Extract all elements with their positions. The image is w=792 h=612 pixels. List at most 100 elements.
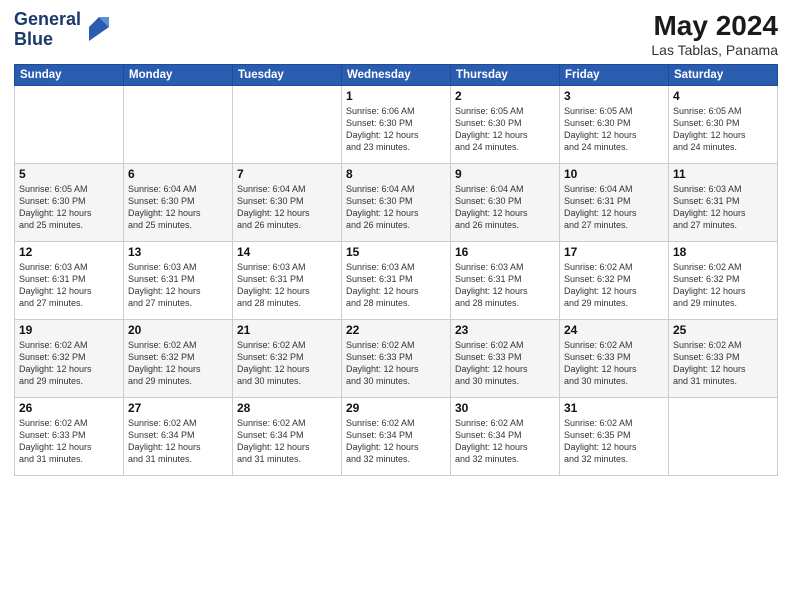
cell-info-text: Sunrise: 6:02 AM Sunset: 6:33 PM Dayligh…	[346, 339, 446, 388]
cell-day-number: 27	[128, 401, 228, 415]
calendar-cell: 13Sunrise: 6:03 AM Sunset: 6:31 PM Dayli…	[124, 242, 233, 320]
cell-day-number: 24	[564, 323, 664, 337]
cell-day-number: 30	[455, 401, 555, 415]
cell-day-number: 8	[346, 167, 446, 181]
calendar-cell	[233, 86, 342, 164]
cell-day-number: 17	[564, 245, 664, 259]
calendar-table: SundayMondayTuesdayWednesdayThursdayFrid…	[14, 64, 778, 476]
calendar-cell: 25Sunrise: 6:02 AM Sunset: 6:33 PM Dayli…	[669, 320, 778, 398]
cell-day-number: 11	[673, 167, 773, 181]
cell-day-number: 16	[455, 245, 555, 259]
calendar-cell: 15Sunrise: 6:03 AM Sunset: 6:31 PM Dayli…	[342, 242, 451, 320]
weekday-header-saturday: Saturday	[669, 65, 778, 86]
week-row-3: 12 Sunrise: 6:03 AM Sunset: 6:31 PM Dayli…	[15, 242, 778, 320]
cell-day-number: 14	[237, 245, 337, 259]
cell-day-number: 31	[564, 401, 664, 415]
calendar-cell: 4 Sunrise: 6:05 AM Sunset: 6:30 PM Daylig…	[669, 86, 778, 164]
cell-info-text: Sunrise: 6:03 AM Sunset: 6:31 PM Dayligh…	[237, 261, 337, 310]
calendar-cell: 19 Sunrise: 6:02 AM Sunset: 6:32 PM Dayli…	[15, 320, 124, 398]
cell-info-text: Sunrise: 6:05 AM Sunset: 6:30 PM Dayligh…	[19, 183, 119, 232]
cell-day-number: 18	[673, 245, 773, 259]
cell-info-text: Sunrise: 6:02 AM Sunset: 6:32 PM Dayligh…	[673, 261, 773, 310]
cell-info-text: Sunrise: 6:02 AM Sunset: 6:32 PM Dayligh…	[237, 339, 337, 388]
weekday-header-wednesday: Wednesday	[342, 65, 451, 86]
cell-info-text: Sunrise: 6:04 AM Sunset: 6:30 PM Dayligh…	[346, 183, 446, 232]
cell-info-text: Sunrise: 6:02 AM Sunset: 6:32 PM Dayligh…	[128, 339, 228, 388]
cell-day-number: 10	[564, 167, 664, 181]
calendar-cell: 20 Sunrise: 6:02 AM Sunset: 6:32 PM Dayli…	[124, 320, 233, 398]
cell-day-number: 2	[455, 89, 555, 103]
cell-info-text: Sunrise: 6:02 AM Sunset: 6:32 PM Dayligh…	[19, 339, 119, 388]
calendar-cell: 16Sunrise: 6:03 AM Sunset: 6:31 PM Dayli…	[451, 242, 560, 320]
cell-info-text: Sunrise: 6:04 AM Sunset: 6:31 PM Dayligh…	[564, 183, 664, 232]
cell-info-text: Sunrise: 6:03 AM Sunset: 6:31 PM Dayligh…	[673, 183, 773, 232]
calendar-cell: 12 Sunrise: 6:03 AM Sunset: 6:31 PM Dayli…	[15, 242, 124, 320]
calendar-cell: 8 Sunrise: 6:04 AM Sunset: 6:30 PM Daylig…	[342, 164, 451, 242]
cell-info-text: Sunrise: 6:05 AM Sunset: 6:30 PM Dayligh…	[564, 105, 664, 154]
cell-day-number: 29	[346, 401, 446, 415]
weekday-header-thursday: Thursday	[451, 65, 560, 86]
cell-day-number: 9	[455, 167, 555, 181]
calendar-cell: 22 Sunrise: 6:02 AM Sunset: 6:33 PM Dayli…	[342, 320, 451, 398]
cell-day-number: 25	[673, 323, 773, 337]
cell-info-text: Sunrise: 6:03 AM Sunset: 6:31 PM Dayligh…	[128, 261, 228, 310]
week-row-4: 19 Sunrise: 6:02 AM Sunset: 6:32 PM Dayli…	[15, 320, 778, 398]
cell-day-number: 6	[128, 167, 228, 181]
cell-info-text: Sunrise: 6:05 AM Sunset: 6:30 PM Dayligh…	[673, 105, 773, 154]
logo-icon	[85, 13, 113, 43]
calendar-cell	[669, 398, 778, 476]
cell-info-text: Sunrise: 6:02 AM Sunset: 6:34 PM Dayligh…	[128, 417, 228, 466]
logo: GeneralBlue	[14, 10, 113, 50]
cell-day-number: 7	[237, 167, 337, 181]
header: GeneralBlue May 2024 Las Tablas, Panama	[14, 10, 778, 58]
cell-day-number: 23	[455, 323, 555, 337]
calendar-cell: 9 Sunrise: 6:04 AM Sunset: 6:30 PM Daylig…	[451, 164, 560, 242]
cell-info-text: Sunrise: 6:02 AM Sunset: 6:32 PM Dayligh…	[564, 261, 664, 310]
cell-day-number: 28	[237, 401, 337, 415]
week-row-5: 26Sunrise: 6:02 AM Sunset: 6:33 PM Dayli…	[15, 398, 778, 476]
cell-info-text: Sunrise: 6:04 AM Sunset: 6:30 PM Dayligh…	[237, 183, 337, 232]
main-title: May 2024	[651, 10, 778, 42]
weekday-header-friday: Friday	[560, 65, 669, 86]
cell-info-text: Sunrise: 6:04 AM Sunset: 6:30 PM Dayligh…	[128, 183, 228, 232]
calendar-cell: 10 Sunrise: 6:04 AM Sunset: 6:31 PM Dayli…	[560, 164, 669, 242]
cell-day-number: 15	[346, 245, 446, 259]
calendar-cell: 30Sunrise: 6:02 AM Sunset: 6:34 PM Dayli…	[451, 398, 560, 476]
cell-info-text: Sunrise: 6:02 AM Sunset: 6:34 PM Dayligh…	[346, 417, 446, 466]
calendar-cell: 23 Sunrise: 6:02 AM Sunset: 6:33 PM Dayli…	[451, 320, 560, 398]
calendar-cell: 26Sunrise: 6:02 AM Sunset: 6:33 PM Dayli…	[15, 398, 124, 476]
cell-day-number: 20	[128, 323, 228, 337]
cell-info-text: Sunrise: 6:03 AM Sunset: 6:31 PM Dayligh…	[19, 261, 119, 310]
cell-info-text: Sunrise: 6:04 AM Sunset: 6:30 PM Dayligh…	[455, 183, 555, 232]
weekday-header-row: SundayMondayTuesdayWednesdayThursdayFrid…	[15, 65, 778, 86]
cell-day-number: 19	[19, 323, 119, 337]
week-row-1: 1Sunrise: 6:06 AM Sunset: 6:30 PM Daylig…	[15, 86, 778, 164]
calendar-cell	[124, 86, 233, 164]
weekday-header-tuesday: Tuesday	[233, 65, 342, 86]
cell-info-text: Sunrise: 6:05 AM Sunset: 6:30 PM Dayligh…	[455, 105, 555, 154]
logo-text: GeneralBlue	[14, 10, 113, 50]
calendar-cell: 21 Sunrise: 6:02 AM Sunset: 6:32 PM Dayli…	[233, 320, 342, 398]
cell-info-text: Sunrise: 6:02 AM Sunset: 6:33 PM Dayligh…	[455, 339, 555, 388]
cell-info-text: Sunrise: 6:02 AM Sunset: 6:33 PM Dayligh…	[19, 417, 119, 466]
calendar-cell: 11 Sunrise: 6:03 AM Sunset: 6:31 PM Dayli…	[669, 164, 778, 242]
cell-day-number: 22	[346, 323, 446, 337]
calendar-cell	[15, 86, 124, 164]
cell-day-number: 21	[237, 323, 337, 337]
calendar-cell: 14 Sunrise: 6:03 AM Sunset: 6:31 PM Dayli…	[233, 242, 342, 320]
calendar-cell: 7 Sunrise: 6:04 AM Sunset: 6:30 PM Daylig…	[233, 164, 342, 242]
cell-day-number: 12	[19, 245, 119, 259]
calendar-cell: 6 Sunrise: 6:04 AM Sunset: 6:30 PM Daylig…	[124, 164, 233, 242]
calendar-cell: 3 Sunrise: 6:05 AM Sunset: 6:30 PM Daylig…	[560, 86, 669, 164]
calendar-cell: 5 Sunrise: 6:05 AM Sunset: 6:30 PM Daylig…	[15, 164, 124, 242]
cell-info-text: Sunrise: 6:06 AM Sunset: 6:30 PM Dayligh…	[346, 105, 446, 154]
cell-day-number: 3	[564, 89, 664, 103]
calendar-cell: 24Sunrise: 6:02 AM Sunset: 6:33 PM Dayli…	[560, 320, 669, 398]
cell-info-text: Sunrise: 6:02 AM Sunset: 6:34 PM Dayligh…	[237, 417, 337, 466]
title-block: May 2024 Las Tablas, Panama	[651, 10, 778, 58]
calendar-cell: 2 Sunrise: 6:05 AM Sunset: 6:30 PM Daylig…	[451, 86, 560, 164]
cell-day-number: 5	[19, 167, 119, 181]
calendar-cell: 18 Sunrise: 6:02 AM Sunset: 6:32 PM Dayli…	[669, 242, 778, 320]
calendar-cell: 1Sunrise: 6:06 AM Sunset: 6:30 PM Daylig…	[342, 86, 451, 164]
cell-day-number: 4	[673, 89, 773, 103]
